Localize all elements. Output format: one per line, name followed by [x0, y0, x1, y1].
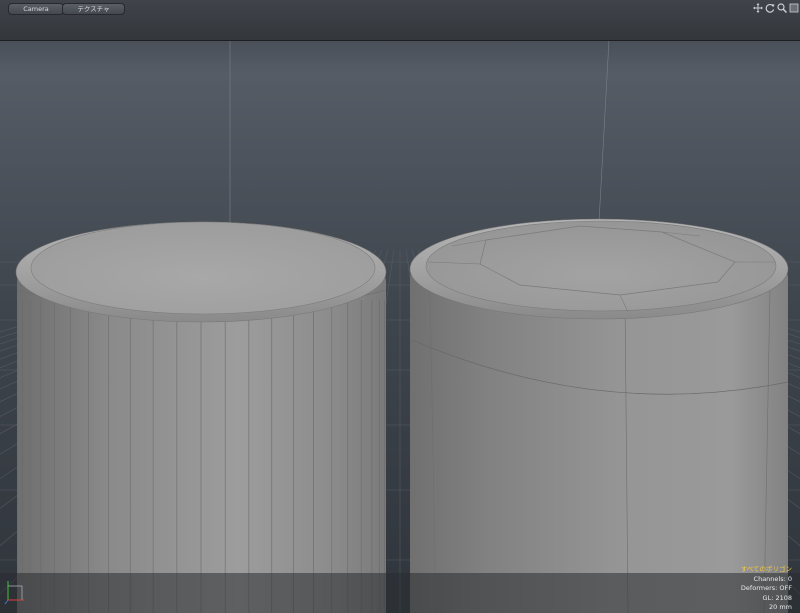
left-cylinder-cap: [30, 221, 376, 315]
viewport-info-panel: すべてのポリゴン Channels: 0 Deformers: OFF GL: …: [741, 565, 792, 613]
left-cylinder[interactable]: [15, 221, 387, 613]
right-cylinder-cap: [425, 220, 777, 312]
selection-mode-label: すべてのポリゴン: [740, 565, 792, 573]
focal-length-label: 20 mm: [768, 603, 792, 611]
right-cylinder[interactable]: [409, 218, 789, 613]
viewport-bottom-overlay: [0, 573, 800, 613]
3d-viewport[interactable]: Camera テクスチャ すべてのポリゴン Channels: 0 Deform…: [0, 0, 800, 613]
zoom-icon[interactable]: [777, 3, 788, 14]
axis-orientation-icon: [4, 581, 24, 605]
camera-tab[interactable]: Camera: [8, 3, 64, 15]
texture-tab[interactable]: テクスチャ: [62, 3, 125, 15]
viewport-scene[interactable]: [0, 0, 800, 613]
viewport-header: Camera テクスチャ: [0, 0, 800, 41]
deformers-label: Deformers: OFF: [740, 584, 792, 592]
rotate-icon[interactable]: [765, 3, 775, 13]
gl-polycount-label: GL: 2108: [762, 593, 792, 602]
move-icon[interactable]: [753, 3, 763, 13]
channels-label: Channels: 0: [753, 574, 792, 583]
maximize-icon[interactable]: [789, 3, 799, 13]
